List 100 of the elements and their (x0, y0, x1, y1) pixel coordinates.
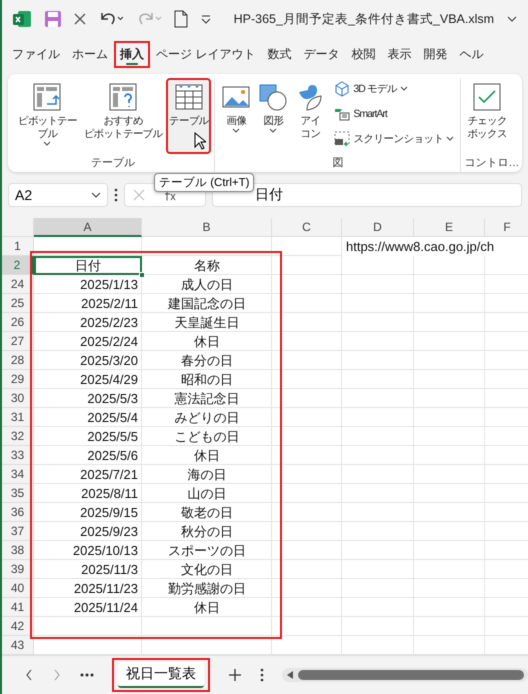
table-cell-text: 2025/5/4 (86, 409, 139, 427)
menu-tab[interactable]: 開発 (417, 40, 454, 68)
ribbon-button[interactable]: テーブル (166, 78, 212, 154)
ribbon-button[interactable]: 3D モデル (333, 80, 456, 98)
ribbon-button[interactable]: SmartArt (333, 105, 456, 123)
row-header[interactable]: 24 (2, 275, 34, 294)
table-cell-text: 秋分の日 (180, 522, 234, 540)
previous-icon (24, 668, 34, 682)
menu-tab[interactable]: ホーム (66, 40, 114, 68)
table-cell-text: 2025/1/13 (79, 276, 139, 294)
row-header[interactable]: 25 (2, 294, 34, 313)
table-cell-text: 2025/9/23 (79, 523, 139, 541)
table-cell-text: 2025/2/24 (79, 333, 139, 351)
column-header[interactable]: F (485, 218, 528, 237)
column-header[interactable]: D (342, 218, 414, 237)
table-cell-text: 勤労感謝の日 (167, 580, 247, 598)
column-header[interactable]: B (142, 218, 272, 237)
row-header[interactable]: 26 (2, 313, 34, 332)
row-header[interactable]: 40 (2, 579, 34, 598)
caret-icon (446, 136, 454, 142)
table-cell: 日付 (34, 256, 142, 275)
table-cell-text: 成人の日 (180, 276, 234, 294)
more-icon (80, 673, 94, 677)
table-cell-text: 山の日 (186, 484, 228, 502)
table-cell: https://www8.cao.go.jp/ch (342, 237, 528, 256)
fill-handle[interactable] (139, 272, 145, 278)
table-cell-text: 憲法記念日 (174, 390, 240, 408)
table-cell-text: スポーツの日 (167, 542, 247, 560)
ribbon-button[interactable]: 画像 (218, 78, 254, 154)
mouse-cursor-icon (194, 132, 206, 150)
ribbon-button[interactable]: おすすめ ピボットテーブル (80, 78, 166, 154)
column-header[interactable]: A (34, 218, 142, 237)
table-cell-text: 敬老の日 (180, 504, 234, 522)
menu-tab[interactable]: ヘル (453, 40, 490, 68)
table-cell-text: 2025/5/5 (86, 428, 139, 446)
table-cell-text: 文化の日 (180, 560, 234, 578)
save-icon (44, 10, 62, 28)
checkbox-icon (472, 82, 502, 112)
table-cell-text: 2025/10/13 (72, 542, 139, 560)
table-cell-text: こどもの日 (174, 428, 240, 446)
table-cell-text: 2025/3/20 (79, 352, 139, 370)
row-header[interactable]: 43 (2, 636, 34, 655)
ribbon-button[interactable]: ピボットテー ブル (15, 78, 80, 154)
row-header[interactable]: 2 (2, 256, 34, 275)
column-header[interactable]: C (272, 218, 342, 237)
sheet-tab[interactable]: 祝日一覧表 (112, 658, 210, 692)
group-label: コントロ… (464, 156, 520, 170)
row-header[interactable]: 36 (2, 503, 34, 522)
table-cell-text: 昭和の日 (180, 370, 234, 388)
table-cell-text: 2025/5/3 (86, 390, 139, 408)
row-header[interactable]: 42 (2, 617, 34, 636)
excel-logo-icon (12, 9, 32, 29)
more-icon (114, 188, 118, 202)
menu-tab[interactable]: 挿入 (114, 40, 150, 68)
file-name: HP-365_月間予定表_条件付き書式_VBA.xlsm (234, 10, 494, 28)
menu-tab[interactable]: データ (297, 40, 346, 68)
group-label: 図 (331, 156, 344, 170)
row-header[interactable]: 31 (2, 408, 34, 427)
table-cell-text: 2025/11/24 (72, 599, 139, 617)
table-cell-text: 2025/7/21 (79, 466, 139, 484)
row-header[interactable]: 33 (2, 446, 34, 465)
ribbon-button[interactable]: スクリーンショット (333, 130, 456, 148)
ribbon-button[interactable]: 図形 (255, 78, 292, 154)
more-icon (260, 668, 264, 682)
row-header[interactable]: 41 (2, 598, 34, 617)
horizontal-scrollbar[interactable] (282, 668, 528, 682)
row-header[interactable]: 32 (2, 427, 34, 446)
new-file-icon (174, 10, 188, 28)
caret-icon (43, 141, 52, 147)
screenshot-icon (334, 131, 350, 147)
customize-caret-icon (200, 13, 212, 25)
ribbon-button[interactable]: アイ コン (292, 78, 328, 154)
table-cell-text: 2025/5/6 (86, 447, 139, 465)
row-header[interactable]: 28 (2, 351, 34, 370)
name-box[interactable]: A2 (8, 183, 108, 207)
menu-tab[interactable]: ページ レイアウト (150, 40, 262, 68)
table-cell-text: 2025/9/15 (79, 504, 139, 522)
column-header[interactable]: E (414, 218, 485, 237)
menu-tab[interactable]: ファイル (6, 40, 66, 68)
caret-icon (232, 128, 240, 134)
row-header[interactable]: 30 (2, 389, 34, 408)
close-icon (74, 13, 86, 25)
menu-tab[interactable]: 表示 (381, 40, 418, 68)
row-header[interactable]: 29 (2, 370, 34, 389)
row-header[interactable]: 27 (2, 332, 34, 351)
row-header[interactable]: 1 (2, 237, 34, 256)
table-cell-text: みどりの日 (174, 408, 240, 426)
table-cell-text: 建国記念の日 (167, 294, 247, 312)
table-cell-text: 2025/2/23 (79, 314, 139, 332)
menu-tab[interactable]: 数式 (261, 40, 298, 68)
menu-tab[interactable]: 校閲 (345, 40, 382, 68)
cube-icon (334, 81, 350, 97)
table-cell-text: 2025/4/29 (79, 371, 139, 389)
row-header[interactable]: 35 (2, 484, 34, 503)
ribbon-button[interactable]: チェック ボックス (464, 78, 510, 154)
row-header[interactable]: 34 (2, 465, 34, 484)
row-header[interactable]: 37 (2, 522, 34, 541)
table-cell-text: 2025/11/23 (72, 580, 139, 598)
row-header[interactable]: 39 (2, 560, 34, 579)
row-header[interactable]: 38 (2, 541, 34, 560)
